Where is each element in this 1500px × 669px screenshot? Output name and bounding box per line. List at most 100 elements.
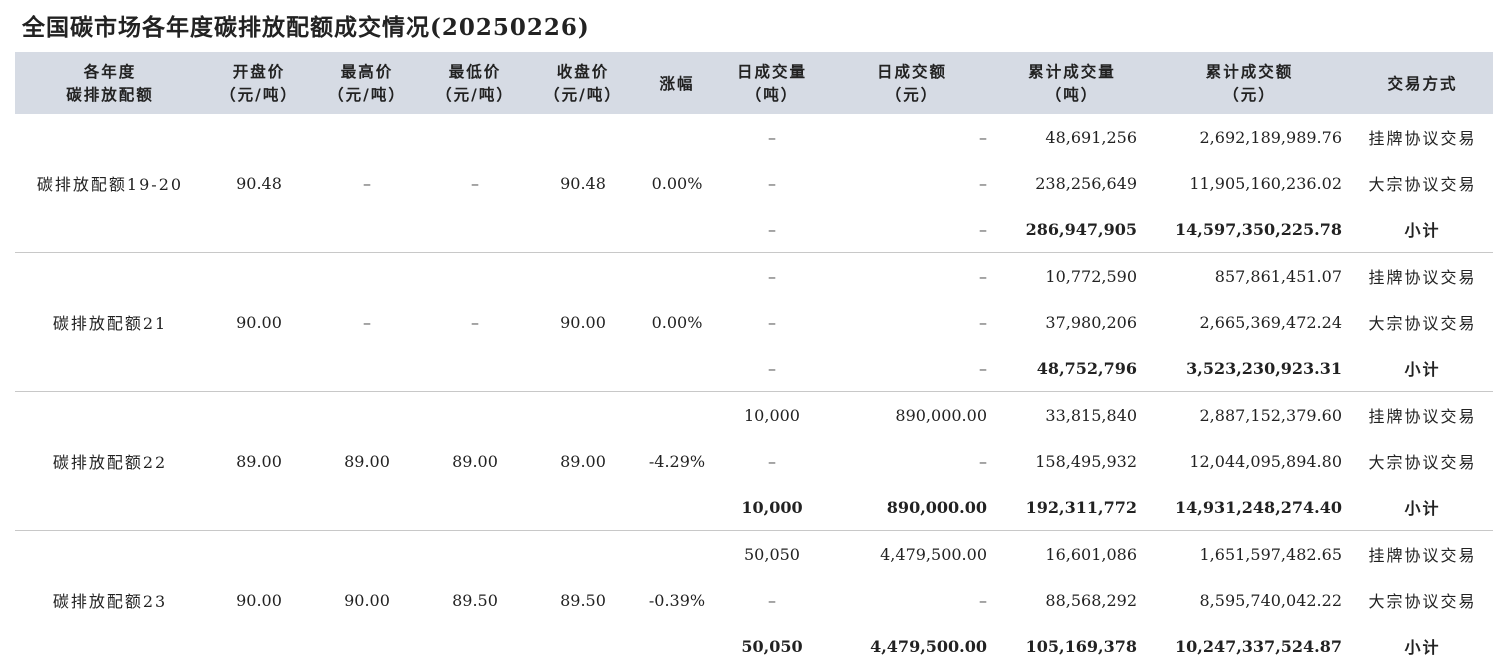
daily-volume: 50,050 bbox=[717, 531, 827, 578]
daily-volume: – bbox=[717, 345, 827, 392]
page-title: 全国碳市场各年度碳排放配额成交情况(20250226) bbox=[22, 8, 590, 42]
close-price: 89.50 bbox=[529, 531, 637, 669]
header-daily-volume: 日成交量（吨） bbox=[717, 52, 827, 114]
header-low-price: 最低价（元/吨） bbox=[421, 52, 529, 114]
cumulative-volume: 158,495,932 bbox=[997, 438, 1147, 484]
daily-amount: – bbox=[827, 114, 997, 160]
trade-method: 大宗协议交易 bbox=[1352, 299, 1493, 345]
daily-volume: 10,000 bbox=[717, 484, 827, 531]
daily-volume: – bbox=[717, 160, 827, 206]
cumulative-amount: 3,523,230,923.31 bbox=[1147, 345, 1352, 392]
cumulative-volume: 16,601,086 bbox=[997, 531, 1147, 578]
trade-method: 小计 bbox=[1352, 345, 1493, 392]
cumulative-volume: 238,256,649 bbox=[997, 160, 1147, 206]
trade-method: 小计 bbox=[1352, 623, 1493, 669]
table-row: 碳排放配额21 90.00 – – 90.00 0.00% – – 10,772… bbox=[15, 253, 1493, 300]
close-price: 90.48 bbox=[529, 114, 637, 253]
daily-volume: – bbox=[717, 299, 827, 345]
change-pct: 0.00% bbox=[637, 253, 717, 392]
daily-volume: – bbox=[717, 114, 827, 160]
low-price: 89.50 bbox=[421, 531, 529, 669]
daily-volume: – bbox=[717, 438, 827, 484]
cumulative-amount: 2,887,152,379.60 bbox=[1147, 392, 1352, 439]
cumulative-volume: 48,752,796 bbox=[997, 345, 1147, 392]
cumulative-volume: 286,947,905 bbox=[997, 206, 1147, 253]
trade-method: 大宗协议交易 bbox=[1352, 160, 1493, 206]
header-change: 涨幅 bbox=[637, 52, 717, 114]
daily-amount: – bbox=[827, 206, 997, 253]
daily-amount: – bbox=[827, 438, 997, 484]
table-row: 碳排放配额23 90.00 90.00 89.50 89.50 -0.39% 5… bbox=[15, 531, 1493, 578]
daily-amount: – bbox=[827, 299, 997, 345]
cumulative-amount: 2,665,369,472.24 bbox=[1147, 299, 1352, 345]
cumulative-volume: 105,169,378 bbox=[997, 623, 1147, 669]
carbon-trading-table: 各年度碳排放配额 开盘价（元/吨） 最高价（元/吨） 最低价（元/吨） 收盘价（… bbox=[15, 52, 1493, 669]
daily-volume: 10,000 bbox=[717, 392, 827, 439]
header-open-price: 开盘价（元/吨） bbox=[205, 52, 313, 114]
header-trade-method: 交易方式 bbox=[1352, 52, 1493, 114]
header-close-price: 收盘价（元/吨） bbox=[529, 52, 637, 114]
change-pct: -0.39% bbox=[637, 531, 717, 669]
low-price: – bbox=[421, 253, 529, 392]
trade-method: 挂牌协议交易 bbox=[1352, 114, 1493, 160]
cumulative-amount: 857,861,451.07 bbox=[1147, 253, 1352, 300]
cumulative-amount: 14,597,350,225.78 bbox=[1147, 206, 1352, 253]
allowance-name: 碳排放配额23 bbox=[15, 531, 205, 669]
low-price: – bbox=[421, 114, 529, 253]
daily-volume: – bbox=[717, 253, 827, 300]
daily-amount: 4,479,500.00 bbox=[827, 531, 997, 578]
daily-amount: 890,000.00 bbox=[827, 484, 997, 531]
header-high-price: 最高价（元/吨） bbox=[313, 52, 421, 114]
high-price: 90.00 bbox=[313, 531, 421, 669]
trade-method: 挂牌协议交易 bbox=[1352, 531, 1493, 578]
trade-method: 大宗协议交易 bbox=[1352, 438, 1493, 484]
open-price: 90.48 bbox=[205, 114, 313, 253]
cumulative-amount: 1,651,597,482.65 bbox=[1147, 531, 1352, 578]
cumulative-amount: 14,931,248,274.40 bbox=[1147, 484, 1352, 531]
cumulative-amount: 8,595,740,042.22 bbox=[1147, 577, 1352, 623]
allowance-name: 碳排放配额21 bbox=[15, 253, 205, 392]
high-price: – bbox=[313, 114, 421, 253]
trade-method: 挂牌协议交易 bbox=[1352, 392, 1493, 439]
daily-volume: – bbox=[717, 206, 827, 253]
close-price: 89.00 bbox=[529, 392, 637, 531]
daily-amount: 890,000.00 bbox=[827, 392, 997, 439]
open-price: 90.00 bbox=[205, 531, 313, 669]
open-price: 89.00 bbox=[205, 392, 313, 531]
open-price: 90.00 bbox=[205, 253, 313, 392]
cumulative-volume: 192,311,772 bbox=[997, 484, 1147, 531]
daily-amount: – bbox=[827, 345, 997, 392]
daily-amount: – bbox=[827, 160, 997, 206]
high-price: 89.00 bbox=[313, 392, 421, 531]
trade-method: 小计 bbox=[1352, 206, 1493, 253]
table-row: 碳排放配额22 89.00 89.00 89.00 89.00 -4.29% 1… bbox=[15, 392, 1493, 439]
cumulative-volume: 88,568,292 bbox=[997, 577, 1147, 623]
trade-method: 大宗协议交易 bbox=[1352, 577, 1493, 623]
allowance-name: 碳排放配额22 bbox=[15, 392, 205, 531]
header-cumulative-volume: 累计成交量（吨） bbox=[997, 52, 1147, 114]
cumulative-volume: 37,980,206 bbox=[997, 299, 1147, 345]
high-price: – bbox=[313, 253, 421, 392]
cumulative-amount: 2,692,189,989.76 bbox=[1147, 114, 1352, 160]
cumulative-amount: 12,044,095,894.80 bbox=[1147, 438, 1352, 484]
daily-amount: 4,479,500.00 bbox=[827, 623, 997, 669]
daily-volume: – bbox=[717, 577, 827, 623]
header-daily-amount: 日成交额（元） bbox=[827, 52, 997, 114]
close-price: 90.00 bbox=[529, 253, 637, 392]
cumulative-amount: 10,247,337,524.87 bbox=[1147, 623, 1352, 669]
cumulative-amount: 11,905,160,236.02 bbox=[1147, 160, 1352, 206]
allowance-name: 碳排放配额19-20 bbox=[15, 114, 205, 253]
low-price: 89.00 bbox=[421, 392, 529, 531]
trade-method: 小计 bbox=[1352, 484, 1493, 531]
daily-amount: – bbox=[827, 253, 997, 300]
cumulative-volume: 33,815,840 bbox=[997, 392, 1147, 439]
daily-amount: – bbox=[827, 577, 997, 623]
table-row: 碳排放配额19-20 90.48 – – 90.48 0.00% – – 48,… bbox=[15, 114, 1493, 160]
cumulative-volume: 48,691,256 bbox=[997, 114, 1147, 160]
daily-volume: 50,050 bbox=[717, 623, 827, 669]
change-pct: -4.29% bbox=[637, 392, 717, 531]
header-cumulative-amount: 累计成交额（元） bbox=[1147, 52, 1352, 114]
header-row: 各年度碳排放配额 开盘价（元/吨） 最高价（元/吨） 最低价（元/吨） 收盘价（… bbox=[15, 52, 1493, 114]
trade-method: 挂牌协议交易 bbox=[1352, 253, 1493, 300]
cumulative-volume: 10,772,590 bbox=[997, 253, 1147, 300]
